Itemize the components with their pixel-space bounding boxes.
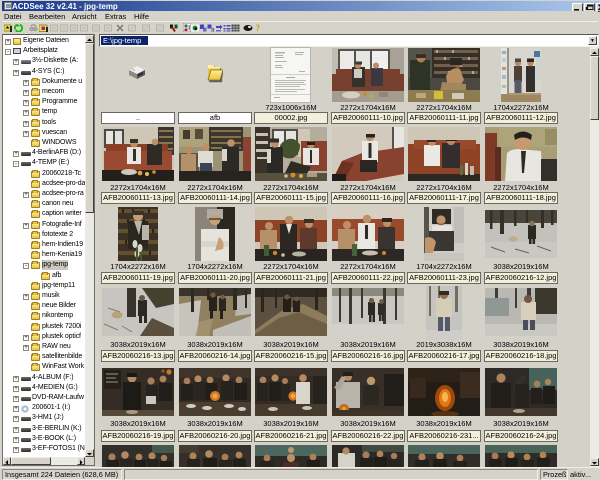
svg-text:?: ? xyxy=(256,23,261,32)
